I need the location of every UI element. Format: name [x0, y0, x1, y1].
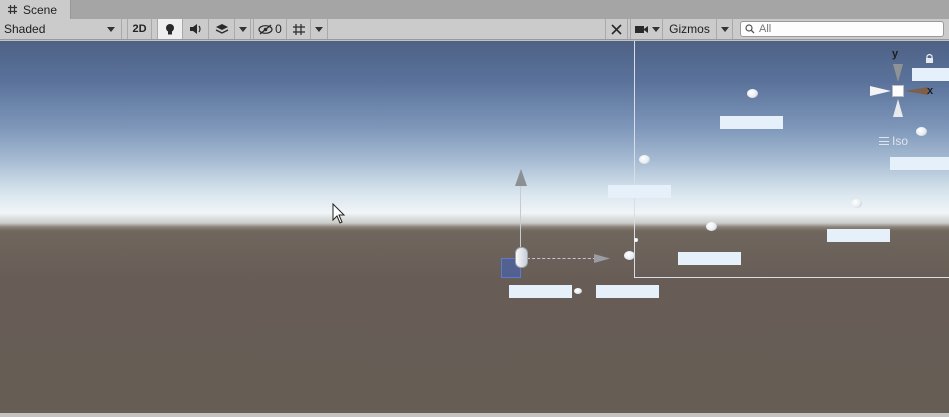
menu-lines-icon [879, 137, 889, 145]
tab-scene[interactable]: Scene [0, 0, 71, 19]
object-label-box [890, 157, 949, 170]
tab-strip: Scene [0, 0, 949, 19]
object-label-box [509, 285, 572, 298]
projection-toggle[interactable]: Iso [879, 134, 908, 148]
search-input[interactable] [759, 23, 939, 35]
selected-capsule-object[interactable] [515, 247, 528, 268]
hidden-count: 0 [275, 22, 282, 36]
chevron-down-icon [107, 27, 115, 32]
hash-grid-icon [8, 5, 17, 14]
sphere-object[interactable] [706, 222, 717, 231]
object-label-box [608, 185, 671, 198]
gizmos-dropdown[interactable] [717, 19, 733, 39]
x-axis-handle-line[interactable] [527, 258, 601, 259]
object-label-box [596, 285, 659, 298]
window-bottom-border [0, 413, 949, 417]
layers-icon [215, 24, 228, 34]
lighting-toggle-button[interactable] [157, 19, 183, 39]
light-bulb-icon [166, 23, 174, 34]
speaker-icon [189, 24, 201, 34]
mode-2d-button[interactable]: 2D [127, 19, 152, 39]
draw-mode-label: Shaded [4, 22, 46, 36]
scene-window: Scene Shaded 2D 0 Gizmos All y x Iso [0, 0, 949, 417]
scene-toolbar: Shaded 2D 0 Gizmos All [0, 19, 949, 40]
grid-toggle-button[interactable] [287, 19, 311, 39]
projection-label: Iso [892, 134, 909, 148]
scene-viewport[interactable]: y x Iso [0, 41, 949, 413]
bounds-line-horizontal [634, 277, 949, 278]
y-axis-arrow-icon[interactable] [514, 169, 528, 187]
search-icon [745, 24, 755, 34]
tools-icon [611, 23, 622, 35]
object-label-box [720, 116, 783, 129]
video-camera-icon [634, 25, 648, 33]
orientation-gizmo[interactable]: y x [864, 47, 944, 127]
camera-settings-button[interactable] [630, 19, 663, 39]
sphere-object[interactable] [574, 288, 582, 294]
gizmos-button[interactable]: Gizmos [663, 19, 717, 39]
sphere-object[interactable] [747, 89, 758, 98]
y-axis-handle-line[interactable] [520, 184, 521, 247]
search-field[interactable] [740, 21, 944, 37]
object-label-box [678, 252, 741, 265]
eye-slash-icon [258, 23, 273, 35]
sphere-object[interactable] [916, 127, 927, 136]
object-label-box [827, 229, 890, 242]
effects-toggle-button[interactable] [209, 19, 235, 39]
scene-visibility-button[interactable]: 0 [253, 19, 287, 39]
gizmo-center-cube[interactable] [892, 85, 904, 97]
gizmo-x-label[interactable]: x [927, 85, 933, 97]
chevron-down-icon [720, 26, 729, 32]
x-axis-arrow-icon[interactable] [594, 254, 610, 263]
sphere-object[interactable] [851, 199, 862, 208]
audio-toggle-button[interactable] [183, 19, 209, 39]
chevron-down-icon [238, 26, 247, 32]
sphere-object[interactable] [624, 251, 635, 260]
effects-dropdown[interactable] [235, 19, 251, 39]
chevron-down-icon [315, 26, 323, 32]
tools-button[interactable] [605, 19, 628, 39]
draw-mode-dropdown[interactable]: Shaded [0, 19, 122, 39]
grid-dropdown[interactable] [311, 19, 328, 39]
pivot-dot [634, 238, 638, 242]
sphere-object[interactable] [639, 155, 650, 164]
mouse-cursor-icon [332, 203, 346, 224]
tab-label: Scene [23, 2, 58, 17]
chevron-down-icon [651, 26, 660, 32]
grid-icon [292, 23, 305, 35]
